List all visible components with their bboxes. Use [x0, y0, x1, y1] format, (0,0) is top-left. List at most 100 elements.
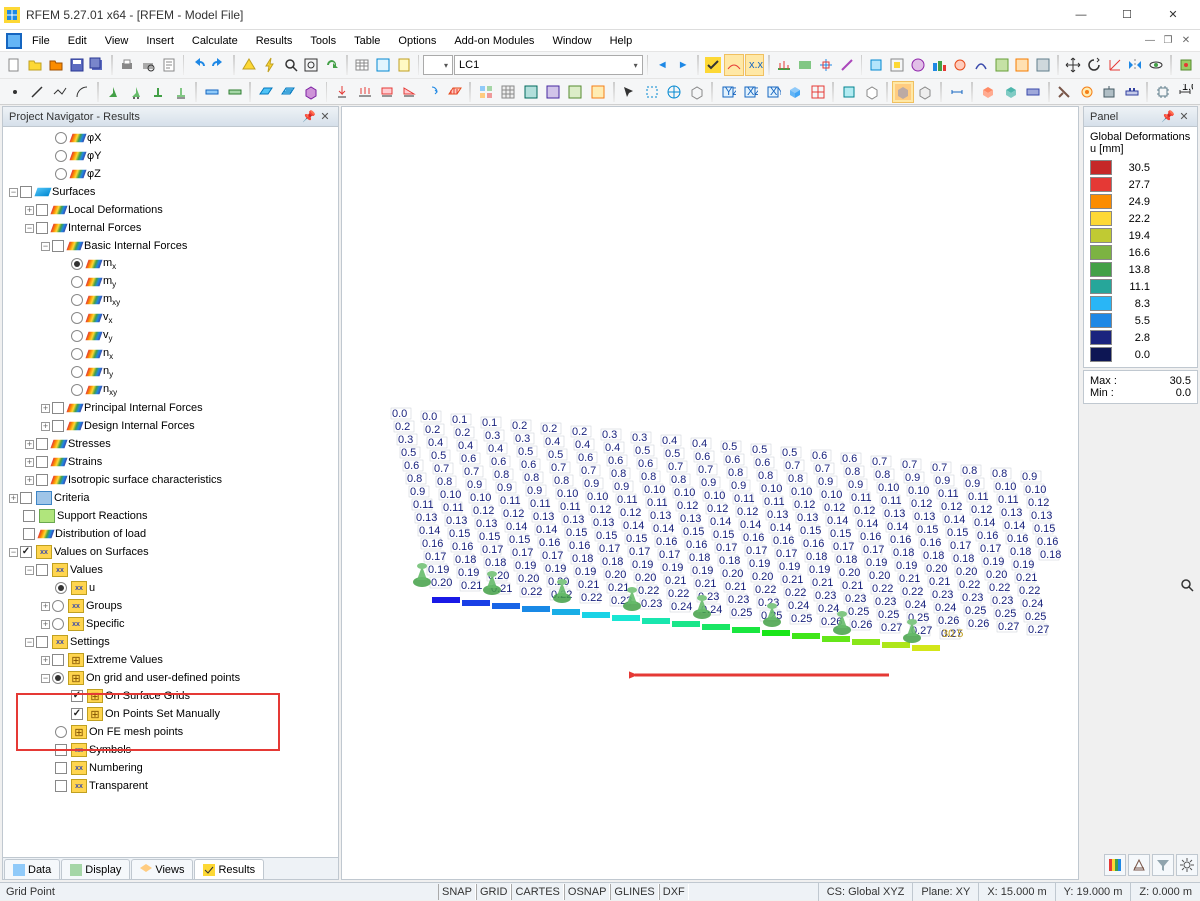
gen4-icon[interactable] [542, 81, 563, 103]
tb7-icon[interactable] [908, 54, 928, 76]
misc2-icon[interactable] [861, 81, 882, 103]
load5-icon[interactable] [421, 81, 442, 103]
values-icon[interactable]: x.xx [745, 54, 765, 76]
tree-item[interactable]: On FE mesh points [5, 723, 338, 741]
status-toggle-grid[interactable]: GRID [476, 884, 512, 900]
status-toggle-snap[interactable]: SNAP [438, 884, 476, 900]
zoom-fit-icon[interactable] [302, 54, 322, 76]
polyline-icon[interactable] [49, 81, 70, 103]
menu-help[interactable]: Help [602, 33, 641, 49]
3d-viewport[interactable]: 0.00.00.10.10.20.20.20.30.30.40.40.50.50… [341, 106, 1079, 880]
panel-settings-icon[interactable] [1176, 854, 1198, 876]
dim-icon[interactable] [946, 81, 967, 103]
support2-icon[interactable] [125, 81, 146, 103]
deform-icon[interactable] [724, 54, 744, 76]
next-icon[interactable]: ► [673, 54, 693, 76]
misc1-icon[interactable] [838, 81, 859, 103]
dsp2-icon[interactable] [1000, 81, 1021, 103]
tree-item[interactable]: +Stresses [5, 435, 338, 453]
support4-icon[interactable] [170, 81, 191, 103]
dsp1-icon[interactable] [977, 81, 998, 103]
render2-icon[interactable] [915, 81, 936, 103]
load3-icon[interactable] [376, 81, 397, 103]
tree-item[interactable]: +Local Deformations [5, 201, 338, 219]
tree-item[interactable]: +xxGroups [5, 597, 338, 615]
minimize-button[interactable]: — [1058, 0, 1104, 30]
solid-icon[interactable] [300, 81, 321, 103]
redo-icon[interactable] [209, 54, 229, 76]
save-icon[interactable] [67, 54, 87, 76]
tree-item[interactable]: my [5, 273, 338, 291]
open2-icon[interactable] [46, 54, 66, 76]
menu-file[interactable]: File [24, 33, 58, 49]
printpreview-icon[interactable] [138, 54, 158, 76]
tb4-icon[interactable] [837, 54, 857, 76]
tree-item[interactable]: +xxSpecific [5, 615, 338, 633]
tree-item[interactable]: φY [5, 147, 338, 165]
member2-icon[interactable] [224, 81, 245, 103]
menu-edit[interactable]: Edit [60, 33, 95, 49]
sel2-icon[interactable] [641, 81, 662, 103]
tb10-icon[interactable] [971, 54, 991, 76]
dsp3-icon[interactable] [1022, 81, 1043, 103]
close-button[interactable]: ✕ [1150, 0, 1196, 30]
tree-item[interactable]: mx [5, 255, 338, 273]
menu-tools[interactable]: Tools [302, 33, 344, 49]
loadcase-combo[interactable]: LC1▾ [454, 55, 643, 75]
tree-item[interactable]: On Points Set Manually [5, 705, 338, 723]
tab-views[interactable]: Views [131, 859, 193, 879]
tree-item[interactable]: −xxValues on Surfaces [5, 543, 338, 561]
tb11-icon[interactable] [992, 54, 1012, 76]
menu-addons[interactable]: Add-on Modules [446, 33, 542, 49]
view5-icon[interactable] [807, 81, 828, 103]
tree-item[interactable]: Distribution of load [5, 525, 338, 543]
calculate-icon[interactable] [239, 54, 259, 76]
surface-icon[interactable] [255, 81, 276, 103]
status-toggle-osnap[interactable]: OSNAP [564, 884, 611, 900]
tree-item[interactable]: nxy [5, 381, 338, 399]
tb6-icon[interactable] [887, 54, 907, 76]
tree-item[interactable]: xxNumbering [5, 759, 338, 777]
tb8-icon[interactable] [929, 54, 949, 76]
menu-results[interactable]: Results [248, 33, 301, 49]
refresh-icon[interactable] [322, 54, 342, 76]
tree-item[interactable]: Support Reactions [5, 507, 338, 525]
view3-icon[interactable]: XY [762, 81, 783, 103]
surface2-icon[interactable] [278, 81, 299, 103]
tree-item[interactable]: −Surfaces [5, 183, 338, 201]
results-tree[interactable]: φXφYφZ−Surfaces+Local Deformations−Inter… [3, 127, 338, 857]
panel-scale-icon[interactable] [1128, 854, 1150, 876]
tree-item[interactable]: +Design Internal Forces [5, 417, 338, 435]
support-icon[interactable] [103, 81, 124, 103]
lightning-icon[interactable] [260, 54, 280, 76]
tree-item[interactable]: −Internal Forces [5, 219, 338, 237]
tree-item[interactable]: −On grid and user-defined points [5, 669, 338, 687]
status-toggle-dxf[interactable]: DXF [659, 884, 689, 900]
tree-item[interactable]: −Basic Internal Forces [5, 237, 338, 255]
end-icon[interactable] [1176, 54, 1196, 76]
tool6-icon[interactable]: 1.0 [1175, 81, 1196, 103]
gen5-icon[interactable] [565, 81, 586, 103]
rotate-icon[interactable] [1084, 54, 1104, 76]
panel-filter-icon[interactable] [1152, 854, 1174, 876]
menu-calculate[interactable]: Calculate [184, 33, 246, 49]
mdi-close[interactable]: ✕ [1178, 33, 1194, 49]
print-icon[interactable] [117, 54, 137, 76]
tree-item[interactable]: +Isotropic surface characteristics [5, 471, 338, 489]
open-icon[interactable] [25, 54, 45, 76]
menu-view[interactable]: View [97, 33, 137, 49]
tb3-icon[interactable] [816, 54, 836, 76]
tool4-icon[interactable] [1121, 81, 1142, 103]
menu-table[interactable]: Table [346, 33, 388, 49]
sel3-icon[interactable] [663, 81, 684, 103]
menu-insert[interactable]: Insert [138, 33, 182, 49]
load1-icon[interactable] [331, 81, 352, 103]
panel-close-icon[interactable]: ✕ [1177, 110, 1191, 124]
results-on-icon[interactable] [703, 54, 723, 76]
undo-icon[interactable] [188, 54, 208, 76]
tb2-icon[interactable] [795, 54, 815, 76]
save-all-icon[interactable] [87, 54, 107, 76]
member-icon[interactable] [201, 81, 222, 103]
report-icon[interactable] [159, 54, 179, 76]
tb9-icon[interactable] [950, 54, 970, 76]
